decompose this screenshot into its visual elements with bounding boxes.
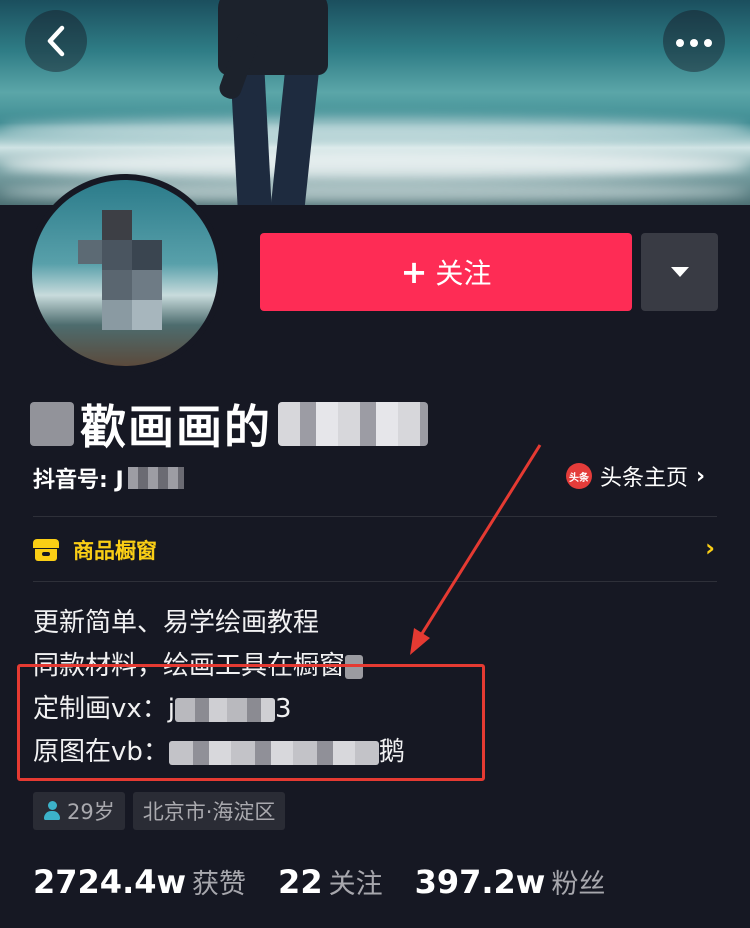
profile-name-text: 歡画画的 (80, 400, 272, 454)
location-tag: 北京市·海淀区 (132, 792, 286, 830)
avatar-image (32, 180, 218, 366)
back-button[interactable] (25, 10, 87, 72)
toutiao-homepage-link[interactable]: 头条 头条主页 › (566, 460, 705, 492)
plus-icon: + (400, 253, 428, 291)
blurred-text (127, 467, 184, 489)
profile-tags: 29岁 北京市·海淀区 (33, 792, 286, 830)
douyin-id-label: 抖音号: J (33, 468, 124, 493)
shop-icon (33, 539, 59, 561)
age-text: 29岁 (67, 800, 115, 824)
bio-line: 更新简单、易学绘画教程 (33, 602, 405, 645)
age-tag: 29岁 (33, 792, 125, 830)
follow-button[interactable]: + 关注 (260, 233, 632, 311)
divider (33, 516, 717, 517)
profile-name: 歡画画的 (30, 396, 428, 454)
likes-count: 2724.4w (33, 863, 187, 901)
divider (33, 581, 717, 582)
chevron-right-icon: › (696, 463, 706, 489)
following-label[interactable]: 关注 (329, 862, 383, 901)
annotation-highlight-box (17, 664, 485, 781)
cover-person-figure (208, 0, 348, 205)
product-showcase-label: 商品橱窗 (73, 539, 157, 563)
following-count[interactable]: 22 (278, 863, 323, 901)
cover-wave (0, 118, 750, 140)
bio-text: 更新简单、易学绘画教程 (33, 608, 320, 638)
likes-label: 获赞 (192, 869, 247, 900)
location-text: 北京市·海淀区 (142, 800, 276, 824)
followers-label[interactable]: 粉丝 (551, 862, 605, 901)
avatar[interactable] (26, 174, 224, 372)
back-chevron-icon (47, 25, 65, 57)
toutiao-label: 头条主页 (600, 466, 689, 491)
profile-stats: 2724.4w 获赞 22 关注 397.2w 粉丝 (33, 862, 637, 901)
product-showcase-row[interactable]: 商品橱窗 › (33, 532, 717, 568)
more-button[interactable] (663, 10, 725, 72)
followers-count[interactable]: 397.2w (415, 863, 546, 901)
blurred-text (30, 402, 74, 446)
person-icon (43, 801, 61, 821)
caret-down-icon (670, 267, 689, 277)
chevron-right-icon: › (705, 534, 715, 562)
recommend-dropdown-button[interactable] (641, 233, 718, 311)
douyin-id: 抖音号: J (33, 462, 184, 494)
follow-label: 关注 (435, 257, 492, 290)
toutiao-icon: 头条 (566, 463, 592, 489)
blurred-text (278, 402, 428, 446)
more-dots-icon (673, 32, 715, 51)
